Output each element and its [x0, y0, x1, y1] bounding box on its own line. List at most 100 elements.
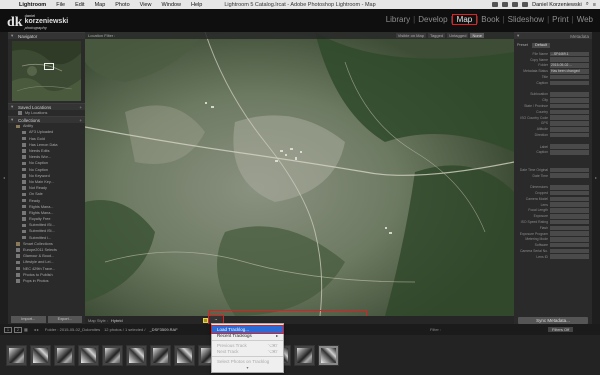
filter-select[interactable]: Filters Off [548, 327, 574, 332]
location-filter-option[interactable]: Untagged [447, 33, 469, 38]
collection-icon [22, 174, 26, 178]
add-icon[interactable]: + [79, 118, 82, 123]
add-icon[interactable]: + [79, 105, 82, 110]
metadata-value[interactable] [550, 80, 589, 86]
import-button[interactable]: Import... [11, 316, 46, 323]
menu-file[interactable]: File [51, 2, 70, 8]
collection-label: Glamour & Boud... [23, 254, 55, 259]
metadata-value[interactable] [550, 202, 589, 207]
metadata-key: Lens [540, 202, 548, 207]
metadata-value[interactable] [550, 184, 589, 190]
secondary-display-2[interactable]: 2 [14, 326, 22, 333]
location-filter-option[interactable]: Tagged [427, 33, 446, 38]
metadata-value[interactable] [550, 167, 589, 173]
metadata-value[interactable] [550, 225, 589, 231]
location-filter-option[interactable]: Visible on Map [395, 33, 426, 38]
lock-icon[interactable] [203, 317, 208, 323]
module-library[interactable]: Library [383, 15, 413, 24]
metadata-value[interactable] [550, 219, 589, 225]
filmstrip-thumbnail[interactable] [78, 344, 99, 366]
collection-item[interactable]: Pops in Photos [11, 278, 82, 284]
left-panel-toggle[interactable]: ◂ [0, 32, 8, 324]
navigator-viewport-box[interactable] [44, 63, 54, 70]
filmstrip-thumbnail[interactable] [126, 344, 147, 366]
metadata-header[interactable]: ▾ Metadata [514, 32, 592, 39]
map-view[interactable] [85, 32, 514, 316]
menu-edit[interactable]: Edit [70, 2, 89, 8]
metadata-value[interactable] [550, 115, 589, 120]
tracklog-menu-item[interactable]: Recent Tracklogs ▸ [212, 333, 283, 340]
metadata-value[interactable] [550, 57, 589, 62]
metadata-value[interactable]: 2015-05-02 ... [550, 63, 589, 68]
filmstrip-thumbnail[interactable] [150, 344, 171, 366]
module-web[interactable]: Web [574, 15, 596, 24]
preset-select[interactable]: Default [531, 42, 551, 48]
menu-photo[interactable]: Photo [110, 2, 134, 8]
collection-icon [22, 136, 26, 141]
filmstrip-thumbnail[interactable] [102, 344, 123, 366]
filmstrip-thumbnail[interactable] [174, 344, 195, 366]
filmstrip-thumbnail[interactable] [294, 344, 315, 366]
map-style-select[interactable]: Hybrid [111, 318, 123, 323]
filmstrip-thumbnail[interactable] [30, 344, 51, 366]
tracklog-menu: Load Tracklog... Recent Tracklogs ▸ Previou… [211, 323, 284, 373]
search-icon[interactable]: ⌕ [586, 1, 589, 8]
collections-header[interactable]: ▾ Collections + [8, 116, 85, 124]
navigator-header[interactable]: ▾ Navigator [8, 32, 85, 39]
metadata-preset[interactable]: Preset Default [517, 41, 589, 49]
export-button[interactable]: Export... [47, 316, 82, 323]
metadata-value[interactable] [550, 109, 589, 115]
metadata-value[interactable] [550, 103, 589, 109]
metadata-value[interactable] [550, 231, 589, 236]
wifi-icon[interactable] [512, 2, 519, 7]
filmstrip-thumbnail[interactable] [54, 344, 75, 366]
metadata-value[interactable] [550, 97, 589, 103]
metadata-value[interactable] [550, 237, 589, 242]
metadata-value[interactable]: Has been changed [550, 68, 589, 74]
grid-icon[interactable]: ▦ [24, 327, 28, 332]
metadata-value[interactable] [550, 121, 589, 126]
metadata-value[interactable] [550, 248, 589, 254]
module-map[interactable]: Map [451, 14, 478, 25]
right-panel-toggle[interactable]: ▸ [592, 32, 600, 324]
filmstrip-thumbnail[interactable] [6, 344, 27, 366]
menu-scroll-arrow-icon[interactable]: ▾ [212, 365, 283, 370]
nav-arrows-icon[interactable]: ◂ ▸ [34, 327, 39, 332]
menu-lightroom[interactable]: Lightroom [14, 2, 51, 8]
status-icon[interactable] [502, 2, 509, 7]
metadata-value[interactable] [550, 74, 589, 80]
metadata-value[interactable] [550, 92, 589, 97]
metadata-value[interactable]: ...SF4469.1 [550, 51, 589, 57]
metadata-value[interactable] [550, 254, 589, 260]
secondary-display-1[interactable]: 1 [4, 326, 12, 333]
source-path[interactable]: Folder : 2015-05-02_Dolomites [45, 327, 100, 332]
list-icon[interactable]: ≡ [593, 2, 596, 8]
folder-icon [16, 242, 20, 246]
saved-locations-header[interactable]: ▾ Saved Locations + [8, 103, 85, 110]
metadata-value[interactable] [550, 190, 589, 196]
metadata-value[interactable] [550, 196, 589, 202]
module-slideshow[interactable]: Slideshow [505, 15, 547, 24]
metadata-value[interactable] [550, 208, 589, 213]
status-icon[interactable] [492, 2, 499, 7]
user-name[interactable]: Daniel Korzeniewski [532, 2, 582, 8]
metadata-value[interactable] [550, 126, 589, 132]
metadata-value[interactable] [550, 213, 589, 219]
module-develop[interactable]: Develop [415, 15, 450, 24]
menu-view[interactable]: View [135, 2, 157, 8]
module-print[interactable]: Print [549, 15, 571, 24]
menu-window[interactable]: Window [156, 2, 186, 8]
metadata-value[interactable] [550, 132, 589, 138]
navigator-minimap[interactable] [12, 41, 81, 101]
metadata-value[interactable] [550, 173, 589, 178]
metadata-value[interactable] [550, 150, 589, 155]
location-filter-option[interactable]: None [470, 33, 484, 38]
module-book[interactable]: Book [478, 15, 502, 24]
menu-map[interactable]: Map [90, 2, 111, 8]
battery-icon[interactable] [522, 2, 529, 7]
metadata-key: ISO Speed Rating [520, 220, 548, 224]
sync-metadata-button[interactable]: Sync Metadata... [518, 317, 588, 324]
metadata-value[interactable] [550, 144, 589, 149]
metadata-value[interactable] [550, 242, 589, 248]
filmstrip-thumbnail[interactable] [318, 344, 339, 366]
